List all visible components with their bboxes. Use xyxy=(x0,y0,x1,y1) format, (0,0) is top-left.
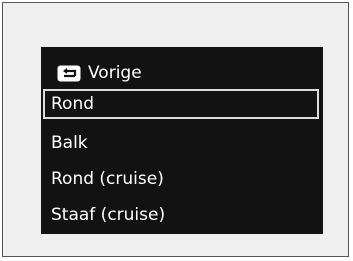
menu-item-label: Rond (cruise) xyxy=(51,169,164,189)
menu-item-label: Balk xyxy=(51,133,88,153)
menu-item-balk[interactable]: Balk xyxy=(43,129,319,159)
menu-item-label: Staaf (cruise) xyxy=(51,205,166,225)
menu-item-staaf-cruise[interactable]: Staaf (cruise) xyxy=(43,201,319,231)
menu-item-rond-cruise[interactable]: Rond (cruise) xyxy=(43,165,319,195)
menu-screen: Vorige Rond Balk Rond (cruise) Staaf (cr… xyxy=(41,47,323,234)
back-arrow-icon xyxy=(57,65,81,82)
back-label: Vorige xyxy=(88,63,142,83)
menu-item-rond[interactable]: Rond xyxy=(43,89,319,119)
display-frame: Vorige Rond Balk Rond (cruise) Staaf (cr… xyxy=(2,2,349,257)
back-item[interactable]: Vorige xyxy=(43,58,319,88)
menu-item-label: Rond xyxy=(51,94,95,114)
